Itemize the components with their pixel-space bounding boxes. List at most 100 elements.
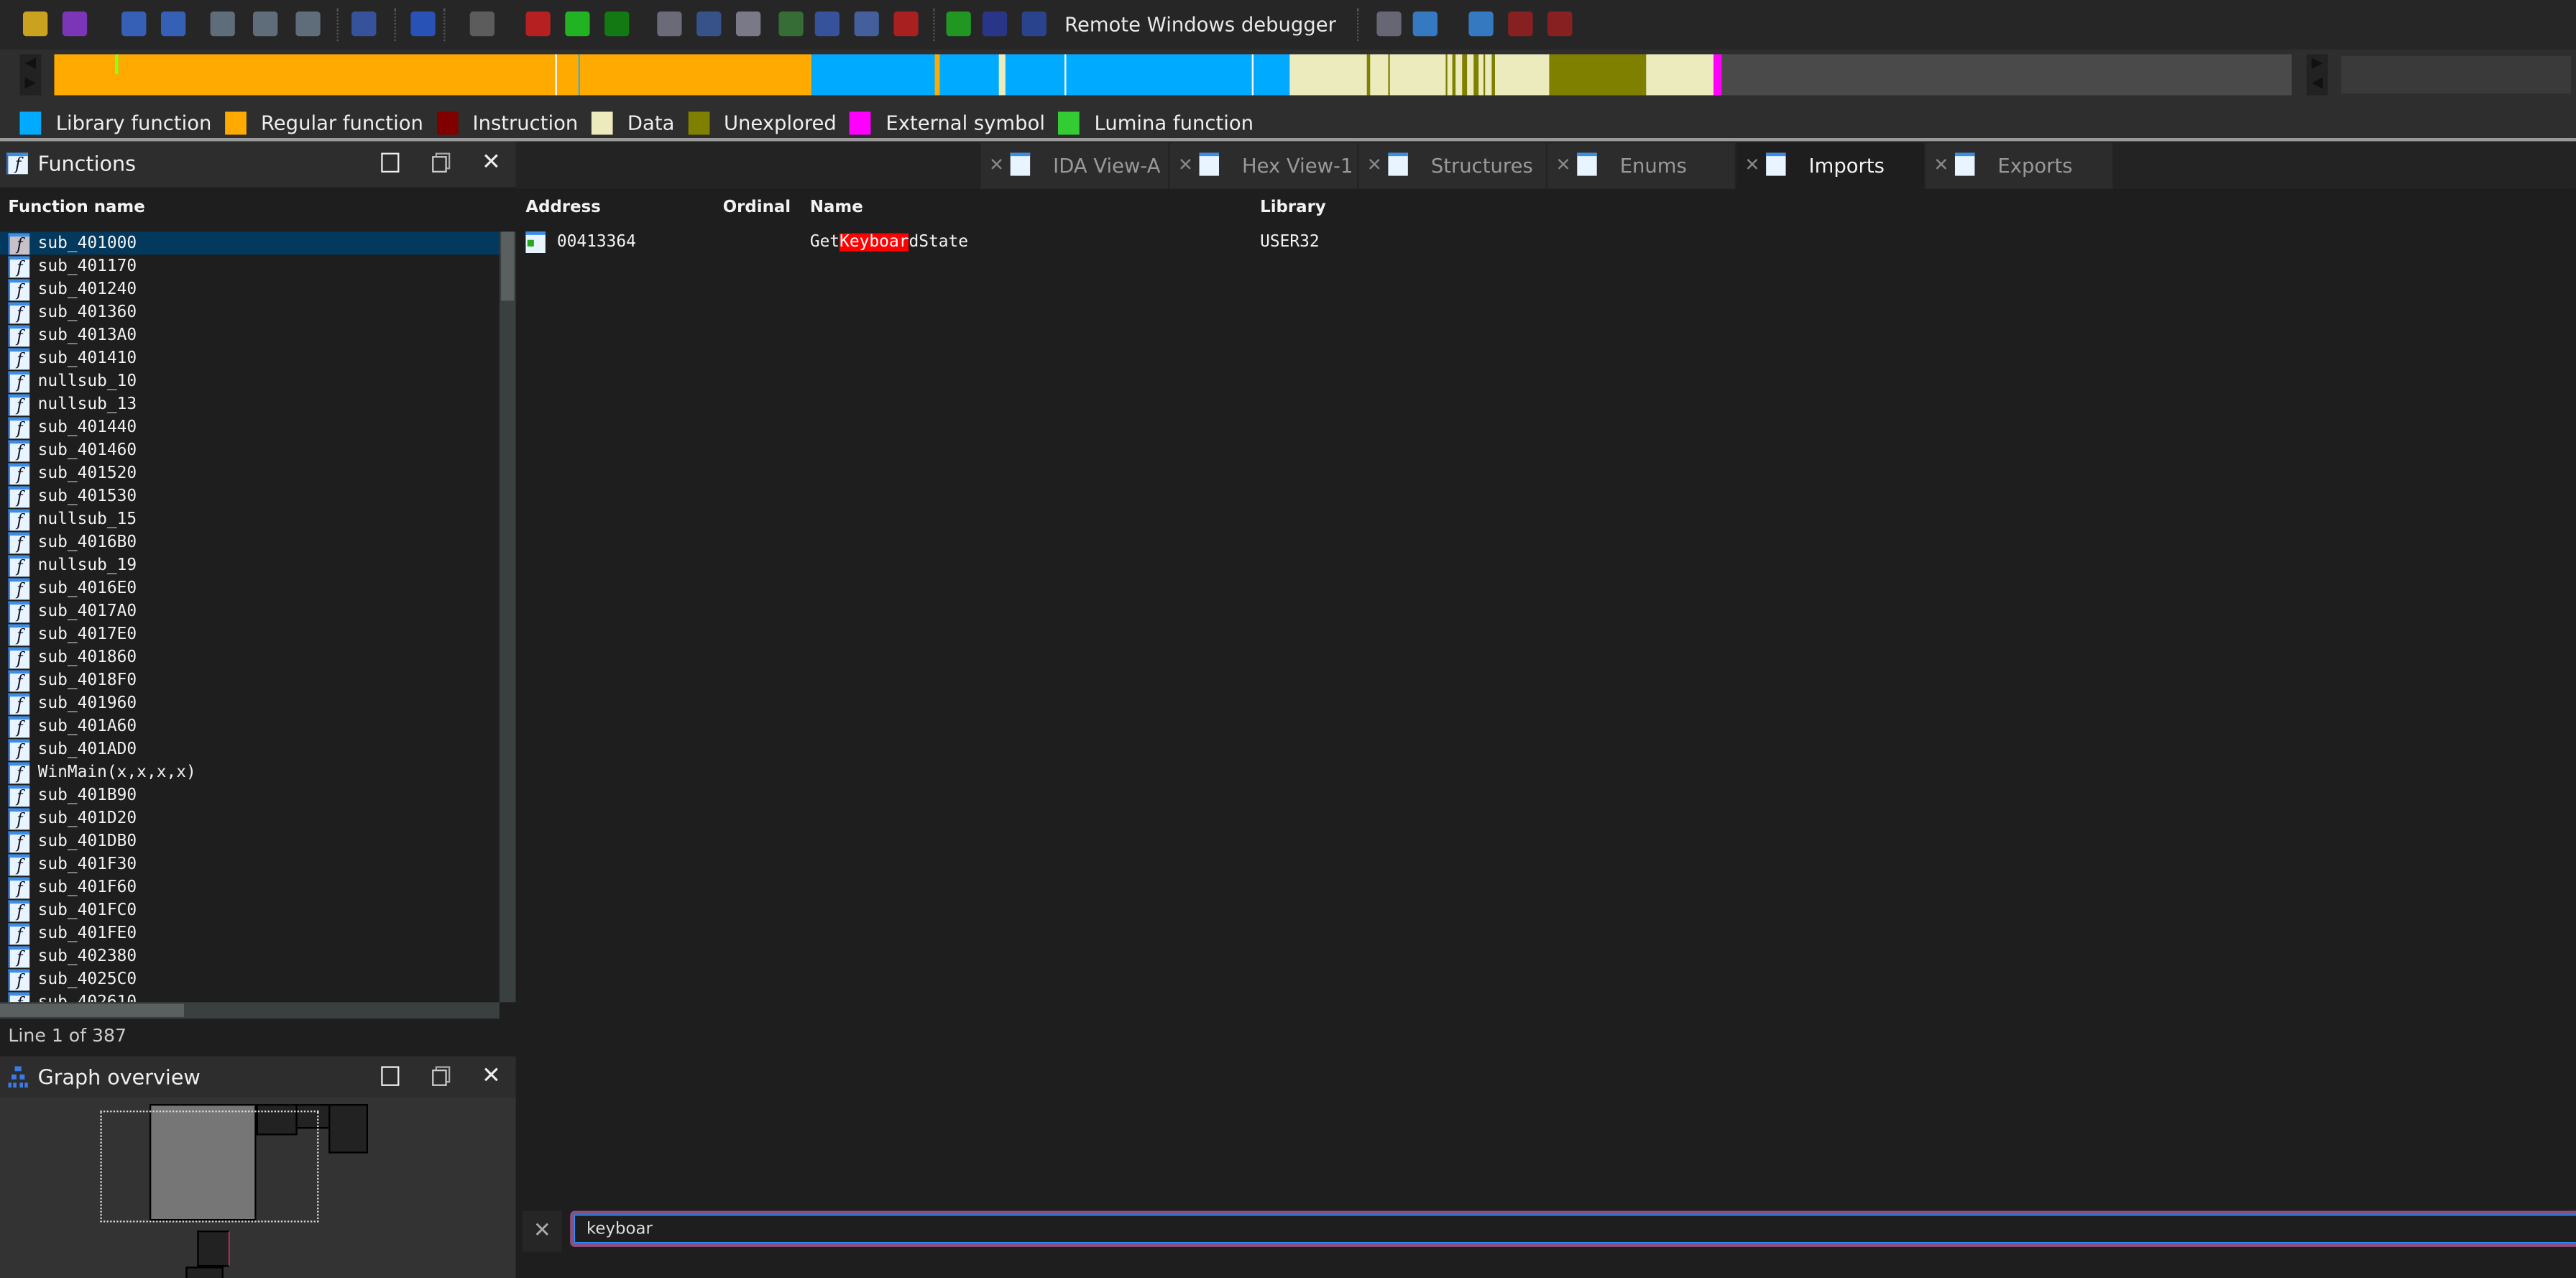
string-icon[interactable] — [814, 11, 840, 37]
tab-close-icon[interactable]: ✕ — [989, 155, 1004, 176]
attach-icon[interactable] — [1376, 11, 1402, 37]
function-icon[interactable] — [778, 11, 804, 37]
tab-close-icon[interactable]: ✕ — [1933, 155, 1949, 176]
step-icon[interactable] — [410, 11, 436, 37]
list-item[interactable]: f nullsub_15 — [0, 507, 500, 530]
jump-icon[interactable] — [351, 11, 377, 37]
tab-close-icon[interactable]: ✕ — [1744, 155, 1760, 176]
tab-close-icon[interactable]: ✕ — [1556, 155, 1571, 176]
data-add-icon[interactable] — [696, 11, 722, 37]
close-icon[interactable]: ✕ — [482, 1065, 501, 1088]
delete-breakpoint-icon[interactable] — [1547, 11, 1573, 37]
vertical-scrollbar[interactable] — [499, 231, 516, 1003]
tab-close-icon[interactable]: ✕ — [1367, 155, 1382, 176]
tab-exports[interactable]: ✕ Exports — [1925, 142, 2113, 189]
list-item[interactable]: f nullsub_19 — [0, 553, 500, 576]
list-item[interactable]: f sub_401FC0 — [0, 898, 500, 921]
list-item[interactable]: f sub_401170 — [0, 254, 500, 277]
column-header-function-name[interactable]: Function name — [8, 199, 144, 217]
navigation-band[interactable] — [54, 54, 2292, 96]
nav-right-arrow-icon[interactable]: ▶ ◀ — [2306, 54, 2328, 96]
list-item[interactable]: f sub_401960 — [0, 691, 500, 714]
list-item[interactable]: f WinMain(x,x,x,x) — [0, 760, 500, 783]
float-button[interactable] — [432, 1066, 451, 1086]
scrollbar-thumb[interactable] — [0, 1003, 184, 1017]
alert-icon[interactable] — [525, 11, 551, 37]
code-icon[interactable] — [657, 11, 682, 37]
list-item[interactable]: f sub_401520 — [0, 461, 500, 484]
tab-enums[interactable]: ✕ Enums — [1547, 142, 1735, 189]
column-header-address[interactable]: Address — [525, 199, 600, 217]
list-item[interactable]: f sub_402610 — [0, 990, 500, 1003]
data-icon[interactable] — [295, 11, 321, 37]
run-icon[interactable] — [946, 11, 971, 37]
back-icon[interactable] — [121, 11, 147, 37]
list-item[interactable]: f sub_4013A0 — [0, 323, 500, 346]
list-item[interactable]: f sub_4016B0 — [0, 530, 500, 553]
list-item[interactable]: f sub_401DB0 — [0, 829, 500, 852]
list-item[interactable]: f sub_401F60 — [0, 875, 500, 898]
debugger-selector[interactable]: Remote Windows debugger — [1064, 13, 1336, 36]
struct-icon[interactable] — [210, 11, 235, 37]
detach-icon[interactable] — [1412, 11, 1438, 37]
list-item[interactable]: f sub_4017E0 — [0, 622, 500, 645]
list-item[interactable]: f sub_401460 — [0, 438, 500, 461]
function-name: sub_401FC0 — [37, 901, 137, 919]
tab-imports[interactable]: ✕ Imports — [1736, 142, 1924, 189]
open-icon[interactable] — [22, 11, 48, 37]
pause-icon[interactable] — [982, 11, 1008, 37]
list-item[interactable]: f sub_401FE0 — [0, 921, 500, 944]
tab-close-icon[interactable]: ✕ — [1178, 155, 1193, 176]
list-item[interactable]: f sub_401AD0 — [0, 737, 500, 760]
list-item[interactable]: f sub_401D20 — [0, 806, 500, 829]
add-breakpoint-icon[interactable] — [1508, 11, 1533, 37]
nav-left-arrow-icon[interactable]: ◀ ▶ — [19, 54, 42, 96]
list-item[interactable]: f sub_401B90 — [0, 783, 500, 806]
text-icon[interactable] — [469, 11, 494, 37]
list-item[interactable]: f sub_4017A0 — [0, 599, 500, 622]
column-header-library[interactable]: Library — [1260, 199, 1326, 217]
scrollbar-thumb[interactable] — [501, 231, 515, 301]
list-item[interactable]: f sub_4018F0 — [0, 668, 500, 691]
close-filter-icon[interactable]: ✕ — [522, 1210, 562, 1252]
list-item[interactable]: f nullsub_13 — [0, 392, 500, 415]
offset-icon[interactable] — [735, 11, 761, 37]
tab-hex-view-1[interactable]: ✕ Hex View-1 — [1169, 142, 1357, 189]
column-header-ordinal[interactable]: Ordinal — [723, 199, 791, 217]
bug-icon[interactable] — [604, 11, 630, 37]
delete-icon[interactable] — [893, 11, 919, 37]
list-item[interactable]: f sub_401360 — [0, 300, 500, 323]
close-icon[interactable]: ✕ — [482, 151, 501, 174]
list-item[interactable]: f sub_401410 — [0, 346, 500, 369]
breakpoint-list-icon[interactable] — [1468, 11, 1494, 37]
tab-structures[interactable]: ✕ Structures — [1358, 142, 1546, 189]
list-item[interactable]: f sub_401530 — [0, 484, 500, 507]
float-button[interactable] — [432, 152, 451, 173]
list-item[interactable]: f sub_4025C0 — [0, 967, 500, 990]
legend-label: External symbol — [886, 111, 1045, 134]
maximize-button[interactable] — [381, 1066, 400, 1086]
list-item[interactable]: f sub_401F30 — [0, 852, 500, 875]
green-dot-icon[interactable] — [565, 11, 590, 37]
list-item[interactable]: f sub_401860 — [0, 645, 500, 668]
save-icon[interactable] — [62, 11, 88, 37]
list-item[interactable]: f sub_401440 — [0, 415, 500, 438]
column-header-name[interactable]: Name — [810, 199, 863, 217]
enum-icon[interactable] — [252, 11, 278, 37]
list-item[interactable]: f sub_401A60 — [0, 714, 500, 737]
maximize-button[interactable] — [381, 152, 400, 173]
list-item[interactable]: f sub_401240 — [0, 277, 500, 300]
edit-icon[interactable] — [854, 11, 879, 37]
viewport-rectangle[interactable] — [100, 1111, 319, 1223]
tab-ida-view-a[interactable]: ✕ IDA View-A — [980, 142, 1169, 189]
horizontal-scrollbar[interactable] — [0, 1002, 500, 1019]
list-item[interactable]: f sub_4016E0 — [0, 576, 500, 599]
filter-input[interactable] — [570, 1210, 2576, 1247]
function-icon: f — [8, 577, 30, 599]
forward-icon[interactable] — [160, 11, 186, 37]
graph-overview-canvas[interactable] — [0, 1097, 516, 1278]
list-item[interactable]: f sub_402380 — [0, 944, 500, 967]
list-item[interactable]: f nullsub_10 — [0, 369, 500, 392]
list-item[interactable]: f sub_401000 — [0, 231, 500, 255]
stop-icon[interactable] — [1021, 11, 1046, 37]
